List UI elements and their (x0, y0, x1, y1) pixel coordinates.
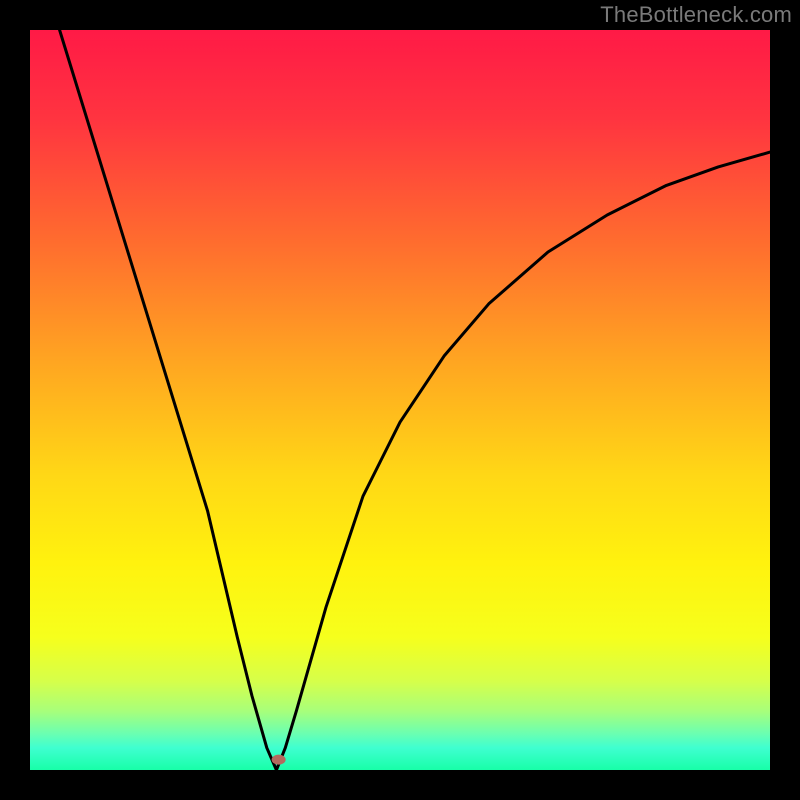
optimum-marker (272, 755, 286, 765)
outer-frame: TheBottleneck.com (0, 0, 800, 800)
curve-svg (30, 30, 770, 770)
plot-area (30, 30, 770, 770)
bottleneck-curve (60, 30, 770, 770)
watermark-text: TheBottleneck.com (600, 2, 792, 28)
